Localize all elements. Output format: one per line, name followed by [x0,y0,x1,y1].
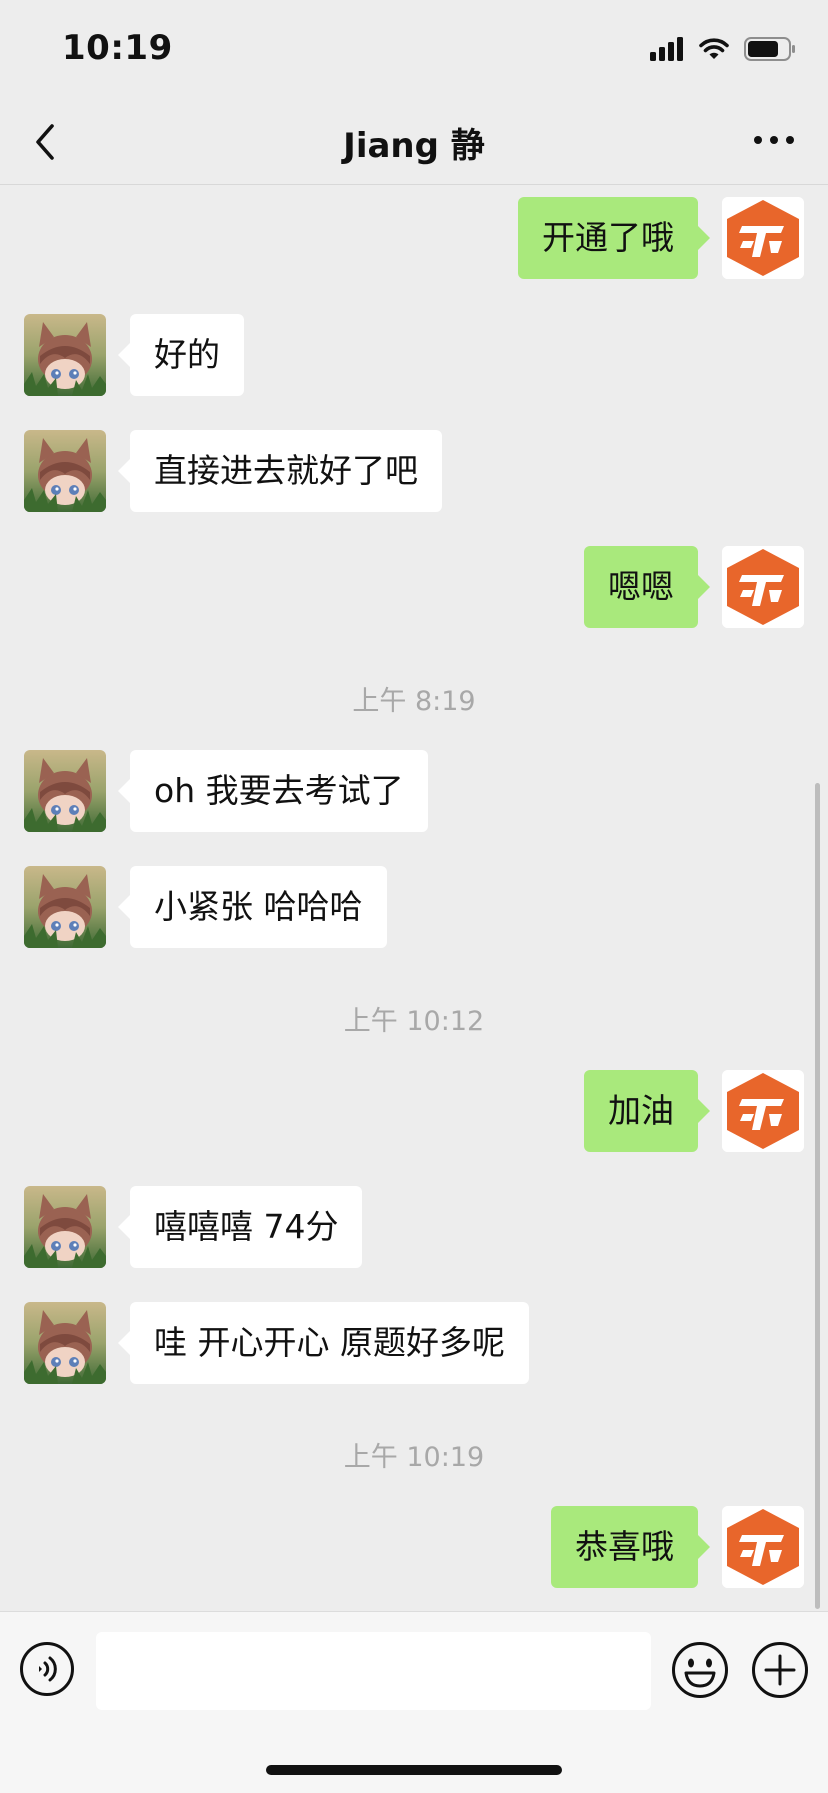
message-row: 加油 [0,1070,828,1152]
message-bubble-outgoing[interactable]: 嗯嗯 [584,546,710,628]
chat-title: Jiang 静 [343,126,485,166]
message-bubble-incoming[interactable]: 好的 [118,314,244,396]
home-indicator[interactable] [266,1765,562,1775]
message-bubble-incoming[interactable]: 哇 开心开心 原题好多呢 [118,1302,529,1384]
sender-logo-avatar[interactable] [722,546,804,628]
message-row: oh 我要去考试了 [0,750,828,832]
contact-avatar[interactable] [24,430,106,512]
message-bubble-outgoing[interactable]: 加油 [584,1070,710,1152]
message-bubble-incoming[interactable]: 小紧张 哈哈哈 [118,866,387,948]
message-row: 开通了哦 [0,197,828,279]
more-dots-icon[interactable] [752,130,796,150]
message-bubble-outgoing[interactable]: 恭喜哦 [551,1506,710,1588]
contact-avatar[interactable] [24,1302,106,1384]
timestamp: 上午 8:19 [352,686,476,717]
status-icons [650,36,796,62]
voice-icon[interactable] [19,1641,75,1697]
sender-logo-avatar[interactable] [722,197,804,279]
message-bubble-outgoing[interactable]: 开通了哦 [518,197,710,279]
message-row: 恭喜哦 [0,1506,828,1588]
message-input[interactable] [96,1632,651,1710]
contact-avatar[interactable] [24,314,106,396]
message-row: 直接进去就好了吧 [0,430,828,512]
message-row: 哇 开心开心 原题好多呢 [0,1302,828,1384]
message-bubble-incoming[interactable]: oh 我要去考试了 [118,750,428,832]
contact-avatar[interactable] [24,1186,106,1268]
timestamp: 上午 10:12 [343,1006,485,1037]
message-bubble-incoming[interactable]: 嘻嘻嘻 74分 [117,1186,363,1268]
message-row: 小紧张 哈哈哈 [0,866,828,948]
sender-logo-avatar[interactable] [722,1070,804,1152]
contact-avatar[interactable] [24,750,106,832]
wifi-icon [699,38,729,59]
emoji-icon[interactable] [671,1641,729,1699]
status-time: 10:19 [62,28,173,68]
sender-logo-avatar[interactable] [722,1506,804,1588]
message-list[interactable]: 开通了哦 好的 直接进去就好了吧 嗯嗯 上午 8:19 oh 我要去考试了 小紧… [0,185,828,1610]
timestamp: 上午 10:19 [343,1442,485,1473]
chat-header: Jiang 静 [0,100,828,185]
message-row: 嘻嘻嘻 74分 [0,1186,828,1268]
signal-icon [650,37,683,61]
plus-icon[interactable] [751,1641,809,1699]
message-row: 嗯嗯 [0,546,828,628]
status-bar: 10:19 [0,0,828,100]
battery-icon [744,37,795,61]
contact-avatar[interactable] [24,866,106,948]
message-row: 好的 [0,314,828,396]
input-bar [0,1611,828,1793]
scrollbar[interactable] [815,783,820,1609]
message-bubble-incoming[interactable]: 直接进去就好了吧 [118,430,442,512]
